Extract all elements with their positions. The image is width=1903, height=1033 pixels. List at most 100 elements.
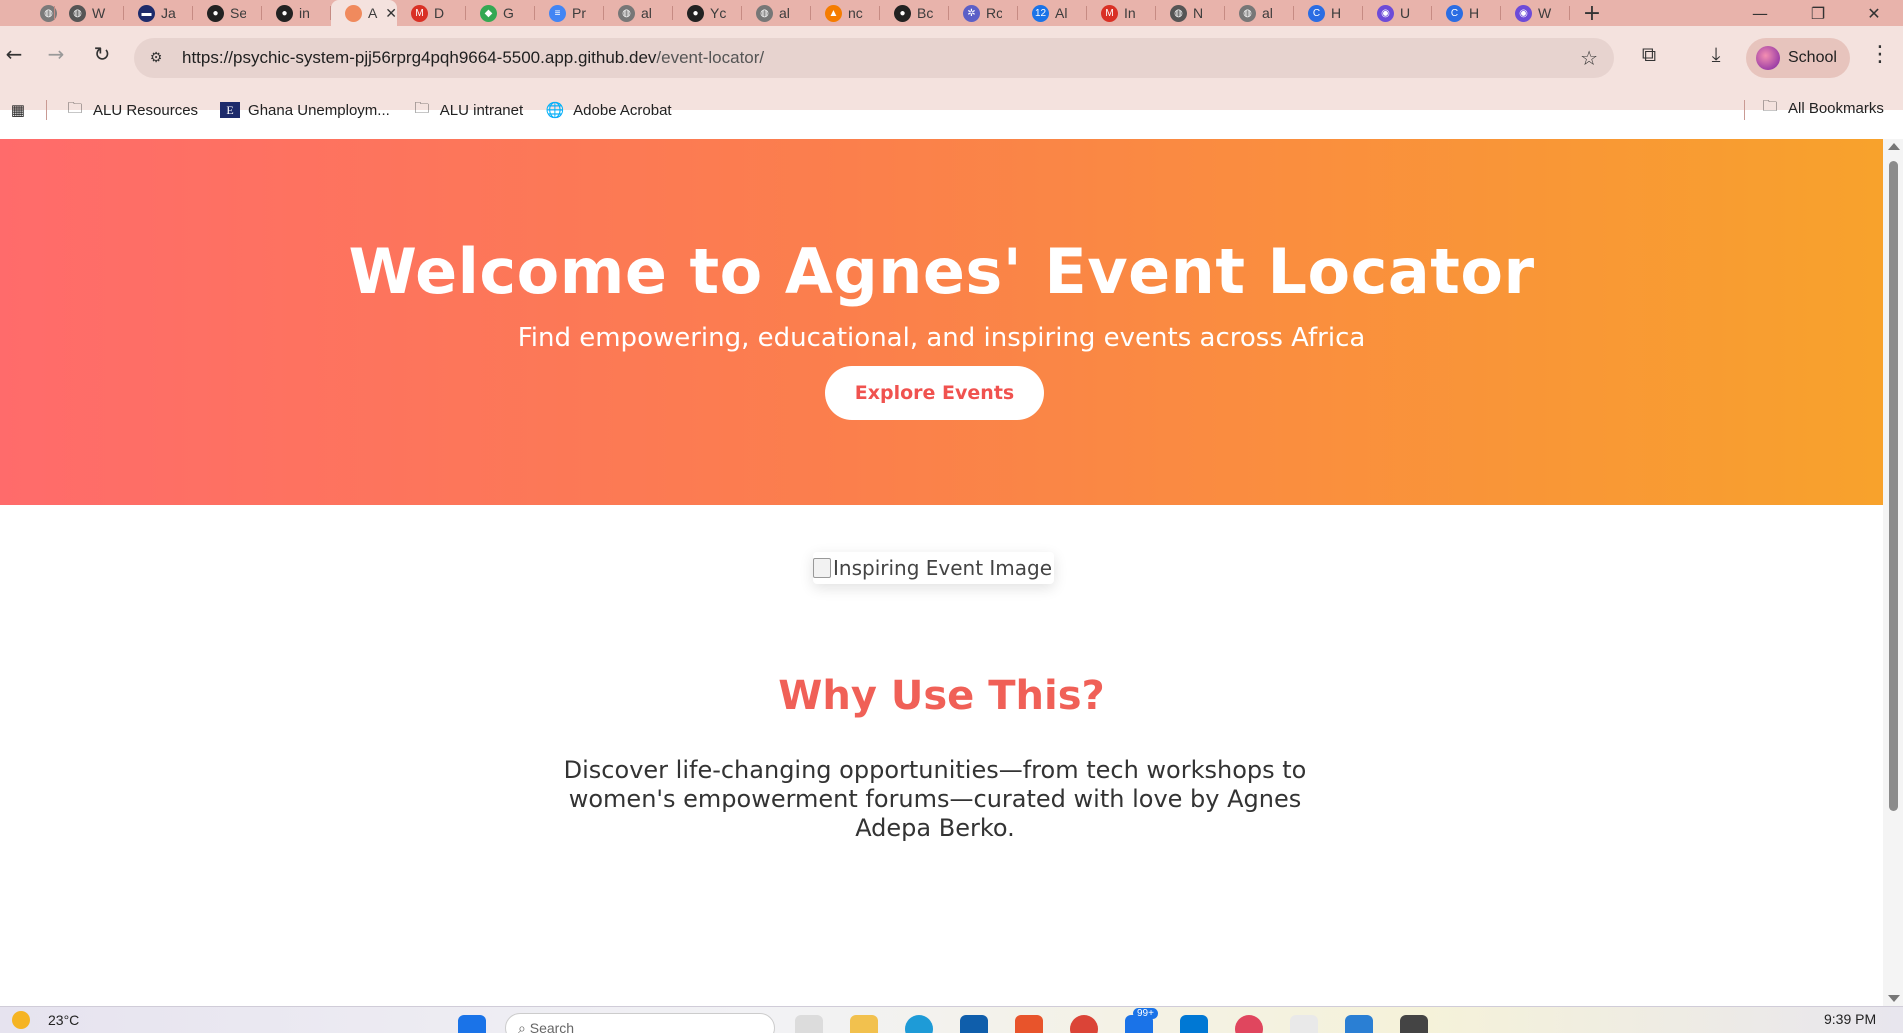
hero-title: Welcome to Agnes' Event Locator: [348, 235, 1535, 308]
scroll-thumb[interactable]: [1889, 161, 1898, 811]
all-bookmarks-button[interactable]: 🗀 All Bookmarks: [1760, 98, 1883, 117]
tab-title: G: [503, 5, 514, 21]
taskbar-search[interactable]: ⌕ Search: [505, 1013, 775, 1033]
tab-title: W: [1538, 5, 1552, 21]
browser-tab[interactable]: ● Bc: [880, 0, 949, 26]
tab-favicon-icon: ◍: [1170, 4, 1187, 22]
minimize-button[interactable]: —: [1731, 0, 1789, 26]
event-image: Inspiring Event Image: [813, 552, 1055, 584]
back-arrow-icon[interactable]: ←: [0, 40, 28, 68]
browser-tab[interactable]: ◍ N: [1156, 0, 1225, 26]
tab-favicon-icon: ◍: [1239, 4, 1256, 22]
web-page: Welcome to Agnes' Event Locator Find emp…: [0, 139, 1883, 1006]
browser-menu-icon[interactable]: ⋮: [1866, 40, 1894, 68]
apps-grid-icon[interactable]: ▦: [8, 102, 28, 119]
tab-favicon-icon: C: [1446, 4, 1463, 22]
bookmark-alu-resources[interactable]: 🗀 ALU Resources: [65, 100, 198, 119]
tab-title: al: [779, 5, 790, 21]
tab-title: in: [299, 5, 310, 21]
outlook-icon[interactable]: [1180, 1015, 1208, 1033]
browser-tab[interactable]: CH: [1432, 0, 1501, 26]
tab-favicon-icon: ◆: [480, 4, 497, 22]
forward-arrow-icon[interactable]: →: [42, 40, 70, 68]
bookmark-ghana-unemployment[interactable]: E Ghana Unemploym...: [220, 102, 390, 119]
system-clock: 9:39 PM: [1824, 1011, 1877, 1027]
browser-tab[interactable]: ◉ W: [1501, 0, 1570, 26]
url-text[interactable]: https://psychic-system-pjj56rprg4pqh9664…: [182, 48, 764, 68]
browser-tab[interactable]: 12 Al: [1018, 0, 1087, 26]
profile-button[interactable]: School: [1746, 38, 1850, 78]
tab-favicon-icon: ●: [276, 4, 293, 22]
file-explorer-icon[interactable]: [850, 1015, 878, 1033]
browser-tab[interactable]: CH: [1294, 0, 1363, 26]
browser-tab[interactable]: ◍ W: [55, 0, 124, 26]
tab-title: nc: [848, 5, 863, 21]
tab-favicon-icon: [345, 4, 362, 22]
tab-favicon-icon: 12: [1032, 4, 1049, 22]
tab-title: N: [1193, 5, 1204, 21]
reload-icon[interactable]: ↻: [88, 40, 116, 68]
bookmarks-separator: [1744, 100, 1745, 120]
tab-favicon-icon: ◍: [69, 4, 86, 22]
browser-tab[interactable]: ◆ G: [466, 0, 535, 26]
page-scrollbar[interactable]: [1883, 139, 1903, 1006]
app-icon[interactable]: [1290, 1015, 1318, 1033]
chrome-icon[interactable]: [1070, 1015, 1098, 1033]
tab-title: H: [1469, 5, 1480, 21]
tab-favicon-icon: ≡: [549, 4, 566, 22]
browser-tab[interactable]: ● Yc: [673, 0, 742, 26]
terminal-icon[interactable]: [1400, 1015, 1428, 1033]
tab-favicon-icon: M: [1101, 4, 1118, 22]
browser-tab[interactable]: ✲ Rc: [949, 0, 1018, 26]
restore-button[interactable]: ❐: [1789, 0, 1847, 26]
scroll-down-icon[interactable]: [1888, 995, 1900, 1002]
browser-tab[interactable]: M In: [1087, 0, 1156, 26]
tab-title: al: [1262, 5, 1273, 21]
close-tab-icon[interactable]: ✕: [385, 5, 397, 22]
close-window-button[interactable]: ✕: [1845, 0, 1903, 26]
explore-events-button[interactable]: Explore Events: [825, 366, 1044, 420]
store-icon[interactable]: [960, 1015, 988, 1033]
tab-title: W: [92, 5, 106, 21]
browser-tab[interactable]: ◉ U: [1363, 0, 1432, 26]
bookmark-star-icon[interactable]: ☆: [1580, 46, 1598, 70]
tab-active[interactable]: A ✕: [331, 0, 397, 26]
profile-label: School: [1788, 49, 1837, 66]
bookmarks-separator: [46, 100, 47, 120]
chrome-profile-icon[interactable]: [1235, 1015, 1263, 1033]
browser-tab[interactable]: ● in: [262, 0, 331, 26]
weather-widget[interactable]: 23°C: [12, 1011, 79, 1029]
extensions-icon[interactable]: ⧉: [1635, 40, 1663, 68]
tab-title: al: [641, 5, 652, 21]
taskbar: 23°C ⌕ Search 99+ 9:39 PM: [0, 1006, 1903, 1033]
browser-tab[interactable]: ● Se: [193, 0, 262, 26]
browser-tab[interactable]: ◍: [0, 0, 57, 26]
browser-tab[interactable]: ◍ al: [604, 0, 673, 26]
scroll-up-icon[interactable]: [1888, 143, 1900, 150]
bookmark-adobe-acrobat[interactable]: 🌐 Adobe Acrobat: [545, 102, 672, 120]
browser-tab[interactable]: ◍ al: [1225, 0, 1294, 26]
folder-icon: 🗀: [1762, 98, 1778, 115]
browser-tab[interactable]: ▲ nc: [811, 0, 880, 26]
office-icon[interactable]: [1015, 1015, 1043, 1033]
weather-icon: [12, 1011, 30, 1029]
browser-tab[interactable]: ◍ al: [742, 0, 811, 26]
temperature: 23°C: [48, 1012, 80, 1028]
download-icon[interactable]: ⤓: [1702, 40, 1730, 68]
search-icon: ⌕: [518, 1019, 530, 1033]
edge-icon[interactable]: [905, 1015, 933, 1033]
tab-favicon-icon: ●: [207, 4, 224, 22]
bookmark-alu-intranet[interactable]: 🗀 ALU intranet: [412, 100, 523, 119]
browser-tab[interactable]: MD: [397, 0, 466, 26]
windows-start-icon[interactable]: [458, 1015, 486, 1033]
new-tab-button[interactable]: +: [1570, 0, 1614, 26]
browser-tab[interactable]: ≡ Pr: [535, 0, 604, 26]
task-view-icon[interactable]: [795, 1015, 823, 1033]
tab-title: U: [1400, 5, 1411, 21]
vscode-icon[interactable]: [1345, 1015, 1373, 1033]
tab-title: H: [1331, 5, 1342, 21]
browser-tab[interactable]: ▬ Ja: [124, 0, 193, 26]
site-settings-icon[interactable]: ⚙: [142, 44, 170, 72]
tab-title: A: [368, 5, 378, 21]
address-bar[interactable]: ⚙ https://psychic-system-pjj56rprg4pqh96…: [134, 38, 1614, 78]
